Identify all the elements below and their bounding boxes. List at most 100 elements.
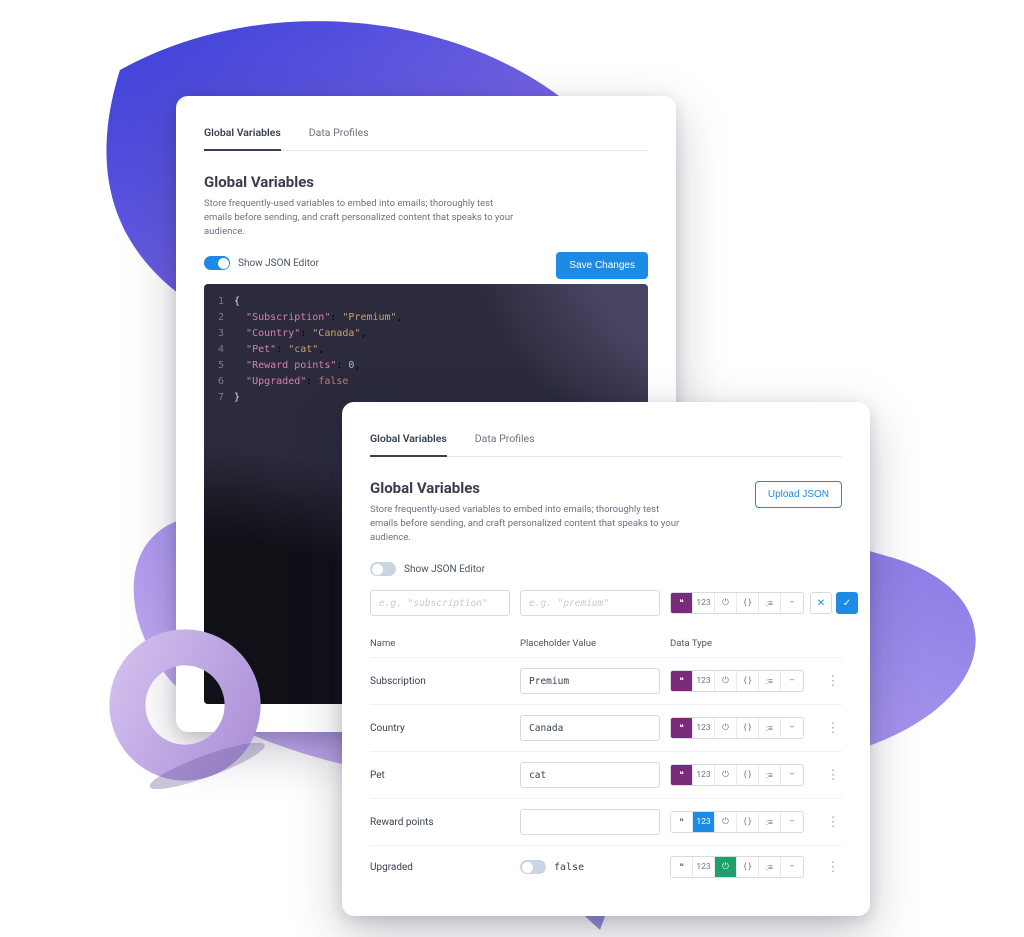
type-chip-array[interactable]: :≡ [759,765,781,785]
type-chip-number[interactable]: 123 [693,812,715,832]
data-type-selector[interactable]: ❝123⏻{ }:≡– [670,811,804,833]
type-chip-number[interactable]: 123 [693,718,715,738]
type-chip-boolean[interactable]: ⏻ [715,812,737,832]
type-chip-string[interactable]: ❝ [671,593,693,613]
tabs: Global Variables Data Profiles [204,118,648,151]
type-chip-object[interactable]: { } [737,765,759,785]
type-chip-string[interactable]: ❝ [671,857,693,877]
section-title: Global Variables [204,173,648,191]
variable-name: Country [370,723,510,734]
variable-type-cell: ❝123⏻{ }:≡– [670,717,814,739]
row-menu-button[interactable]: ⋮ [824,768,842,783]
confirm-new-variable-button[interactable]: ✓ [836,592,858,614]
variable-value-input[interactable] [520,668,660,694]
type-chip-boolean[interactable]: ⏻ [715,857,737,877]
type-chip-number[interactable]: 123 [693,593,715,613]
variable-name: Reward points [370,817,510,828]
type-chip-string[interactable]: ❝ [671,812,693,832]
type-chip-null[interactable]: – [781,812,803,832]
tab-data-profiles[interactable]: Data Profiles [309,118,369,150]
variable-value-input[interactable] [520,715,660,741]
variable-value-input[interactable] [520,762,660,788]
type-chip-boolean[interactable]: ⏻ [715,593,737,613]
data-type-selector[interactable]: ❝123⏻{ }:≡– [670,717,804,739]
cancel-new-variable-button[interactable]: ✕ [810,592,832,614]
type-chip-object[interactable]: { } [737,593,759,613]
boolean-value-label: false [554,862,584,873]
data-type-selector[interactable]: ❝123⏻{ }:≡– [670,592,804,614]
show-json-editor-toggle[interactable] [204,256,230,270]
type-chip-number[interactable]: 123 [693,765,715,785]
section-description: Store frequently-used variables to embed… [370,503,680,544]
code-line: 6 "Upgraded": false [210,374,638,390]
section-title: Global Variables [370,479,680,497]
type-chip-boolean[interactable]: ⏻ [715,765,737,785]
type-chip-string[interactable]: ❝ [671,765,693,785]
type-chip-object[interactable]: { } [737,857,759,877]
row-menu-button[interactable]: ⋮ [824,674,842,689]
section-description: Store frequently-used variables to embed… [204,197,514,238]
variable-type-cell: ❝123⏻{ }:≡– [670,670,814,692]
upload-json-button[interactable]: Upload JSON [755,481,842,508]
tab-data-profiles[interactable]: Data Profiles [475,424,535,456]
show-json-editor-label: Show JSON Editor [404,564,485,575]
type-chip-array[interactable]: :≡ [759,593,781,613]
tabs: Global Variables Data Profiles [370,424,842,457]
variable-row: Subscription ❝123⏻{ }:≡– ⋮ [370,657,842,704]
type-chip-array[interactable]: :≡ [759,671,781,691]
variable-type-cell: ❝123⏻{ }:≡– [670,811,814,833]
code-line: 1{ [210,294,638,310]
data-type-selector[interactable]: ❝123⏻{ }:≡– [670,856,804,878]
col-name: Name [370,638,510,649]
type-chip-array[interactable]: :≡ [759,857,781,877]
code-line: 2 "Subscription": "Premium", [210,310,638,326]
type-chip-number[interactable]: 123 [693,857,715,877]
variable-name: Subscription [370,676,510,687]
variable-type-cell: ❝123⏻{ }:≡– [670,764,814,786]
save-changes-button[interactable]: Save Changes [556,252,648,279]
variable-value-boolean: false [520,860,660,874]
new-variable-row: ❝123⏻{ }:≡– ✕ ✓ [370,590,842,616]
variable-row: Pet ❝123⏻{ }:≡– ⋮ [370,751,842,798]
variable-type-cell: ❝123⏻{ }:≡– [670,856,814,878]
variable-row: Upgraded false ❝123⏻{ }:≡– ⋮ [370,845,842,888]
row-menu-button[interactable]: ⋮ [824,815,842,830]
type-chip-boolean[interactable]: ⏻ [715,718,737,738]
type-chip-object[interactable]: { } [737,718,759,738]
type-chip-object[interactable]: { } [737,671,759,691]
type-chip-number[interactable]: 123 [693,671,715,691]
code-line: 5 "Reward points": 0, [210,358,638,374]
type-chip-null[interactable]: – [781,765,803,785]
type-chip-null[interactable]: – [781,671,803,691]
variable-builder-panel: Global Variables Data Profiles Global Va… [342,402,870,916]
type-chip-object[interactable]: { } [737,812,759,832]
row-menu-button[interactable]: ⋮ [824,860,842,875]
type-chip-array[interactable]: :≡ [759,718,781,738]
row-menu-button[interactable]: ⋮ [824,721,842,736]
type-chip-null[interactable]: – [781,857,803,877]
show-json-editor-toggle[interactable] [370,562,396,576]
variable-row: Country ❝123⏻{ }:≡– ⋮ [370,704,842,751]
variable-name: Upgraded [370,862,510,873]
variable-name: Pet [370,770,510,781]
type-chip-string[interactable]: ❝ [671,671,693,691]
type-chip-string[interactable]: ❝ [671,718,693,738]
data-type-selector[interactable]: ❝123⏻{ }:≡– [670,670,804,692]
type-chip-null[interactable]: – [781,593,803,613]
type-chip-null[interactable]: – [781,718,803,738]
tab-global-variables[interactable]: Global Variables [370,424,447,457]
new-variable-name-input[interactable] [370,590,510,616]
show-json-editor-label: Show JSON Editor [238,258,319,269]
variable-row: Reward points ❝123⏻{ }:≡– ⋮ [370,798,842,845]
boolean-toggle[interactable] [520,860,546,874]
table-headers: Name Placeholder Value Data Type [370,638,842,657]
type-chip-boolean[interactable]: ⏻ [715,671,737,691]
new-variable-value-input[interactable] [520,590,660,616]
col-type: Data Type [670,638,814,649]
code-line: 3 "Country": "Canada", [210,326,638,342]
variable-value-input[interactable] [520,809,660,835]
type-chip-array[interactable]: :≡ [759,812,781,832]
tab-global-variables[interactable]: Global Variables [204,118,281,151]
code-line: 4 "Pet": "cat", [210,342,638,358]
data-type-selector[interactable]: ❝123⏻{ }:≡– [670,764,804,786]
